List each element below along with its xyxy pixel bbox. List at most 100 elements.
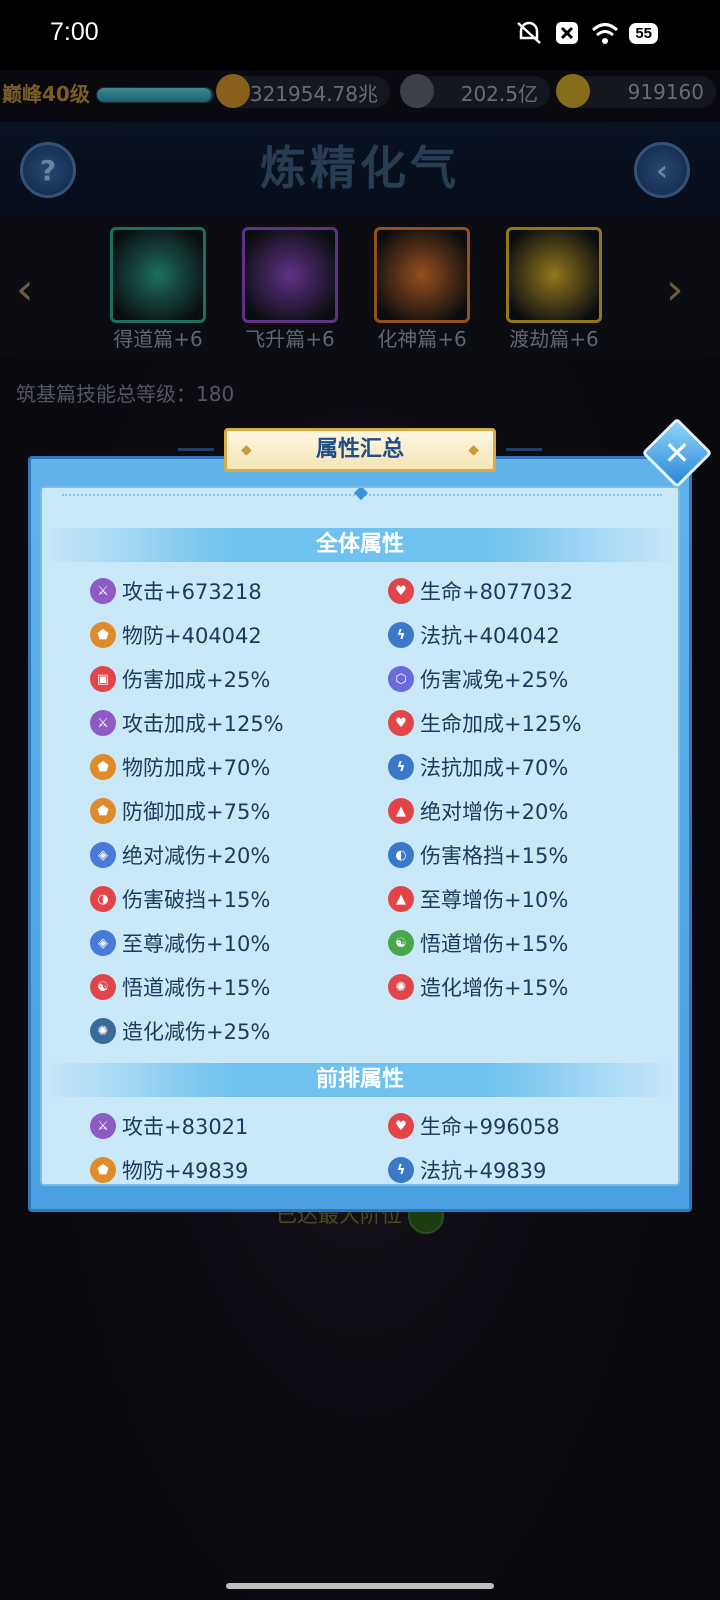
attribute-item: ▲ 绝对增伤+20% — [388, 796, 568, 826]
enlighten-reduction-icon: ☯ — [90, 974, 116, 1000]
attribute-value: 伤害加成+25% — [122, 668, 271, 692]
attribute-value: 法抗+404042 — [420, 624, 560, 648]
question-icon: ? — [39, 153, 57, 187]
chapter-image — [242, 227, 338, 323]
attribute-item: ◈ 绝对减伤+20% — [90, 840, 270, 870]
attack-icon: ⚔ — [90, 578, 116, 604]
attribute-value: 生命加成+125% — [420, 712, 582, 736]
attribute-value: 攻击加成+125% — [122, 712, 284, 736]
attribute-value: 攻击+673218 — [122, 580, 262, 604]
attribute-value: 法抗+49839 — [420, 1159, 547, 1183]
chapter-image — [374, 227, 470, 323]
defense-bonus-icon: ⬟ — [90, 754, 116, 780]
attribute-item: ☯ 悟道增伤+15% — [388, 928, 568, 958]
mute-icon — [517, 21, 542, 44]
back-button[interactable]: ‹ — [634, 142, 690, 198]
damage-bonus-icon: ▣ — [90, 666, 116, 692]
battery-icon: 55 — [629, 22, 658, 44]
chapter-tile[interactable]: 渡劫篇+6 — [506, 227, 602, 351]
attribute-value: 物防+404042 — [122, 624, 262, 648]
section-heading: 前排属性 — [46, 1063, 674, 1097]
section-heading: 全体属性 — [46, 528, 674, 562]
attribute-item: ⬟ 物防+49839 — [90, 1155, 248, 1184]
attribute-item: ✺ 造化减伤+25% — [90, 1016, 270, 1046]
damage-reduction-icon: ⬡ — [388, 666, 414, 692]
exp-bar — [96, 87, 214, 103]
attack-bonus-icon: ⚔ — [90, 710, 116, 736]
chapter-label: 得道篇+6 — [113, 327, 203, 351]
attribute-list[interactable]: 全体属性 ⚔ 攻击+673218 ♥ 生命+8077032 ⬟ 物防+404042 ϟ 法抗+4… — [40, 486, 680, 1186]
attribute-value: 法抗加成+70% — [420, 756, 569, 780]
guard-bonus-icon: ⬟ — [90, 798, 116, 824]
attribute-value: 造化增伤+15% — [420, 976, 569, 1000]
attribute-item: ♥ 生命+996058 — [388, 1111, 560, 1141]
supreme-reduction-icon: ◈ — [90, 930, 116, 956]
attribute-value: 至尊减伤+10% — [122, 932, 271, 956]
next-arrow-icon[interactable]: › — [666, 262, 696, 318]
attribute-value: 物防加成+70% — [122, 756, 271, 780]
heart-icon: ♥ — [388, 1113, 414, 1139]
absolute-damage-icon: ▲ — [388, 798, 414, 824]
attribute-item: ⚔ 攻击加成+125% — [90, 708, 284, 738]
damage-block-icon: ◐ — [388, 842, 414, 868]
wifi-icon — [592, 23, 619, 44]
shield-icon: ⬟ — [90, 1157, 116, 1183]
attribute-item: ϟ 法抗加成+70% — [388, 752, 568, 782]
attribute-value: 防御加成+75% — [122, 800, 271, 824]
attack-icon: ⚔ — [90, 1113, 116, 1139]
coin-counter: 202.5亿 — [400, 74, 550, 108]
clock: 7:00 — [50, 18, 99, 46]
status-bar: 7:00 55 — [0, 0, 720, 70]
attribute-item: ⬟ 物防+404042 — [90, 620, 262, 650]
attribute-item: ▲ 至尊增伤+10% — [388, 884, 568, 914]
chapter-tile[interactable]: 得道篇+6 — [110, 227, 206, 351]
attribute-value: 伤害破挡+15% — [122, 888, 271, 912]
attribute-value: 伤害格挡+15% — [420, 844, 569, 868]
chapter-label: 渡劫篇+6 — [509, 327, 599, 351]
chapter-label: 飞升篇+6 — [245, 327, 335, 351]
attribute-value: 生命+8077032 — [420, 580, 574, 604]
attribute-value: 伤害减免+25% — [420, 668, 569, 692]
back-arrow-icon: ‹ — [656, 153, 668, 187]
shield-icon: ⬟ — [90, 622, 116, 648]
player-level: 巅峰40级 — [2, 82, 90, 106]
attribute-value: 生命+996058 — [420, 1115, 560, 1139]
close-notification-icon — [556, 22, 579, 44]
magic-resist-icon: ϟ — [388, 622, 414, 648]
enlighten-damage-icon: ☯ — [388, 930, 414, 956]
combat-power-icon — [216, 74, 250, 108]
attribute-item: ☯ 悟道减伤+15% — [90, 972, 270, 1002]
attribute-value: 悟道增伤+15% — [420, 932, 569, 956]
attribute-item: ϟ 法抗+49839 — [388, 1155, 547, 1184]
chapter-image — [110, 227, 206, 323]
attribute-item: ⚔ 攻击+83021 — [90, 1111, 248, 1141]
attribute-value: 悟道减伤+15% — [122, 976, 271, 1000]
attribute-item: ⬡ 伤害减免+25% — [388, 664, 568, 694]
attribute-item: ♥ 生命加成+125% — [388, 708, 582, 738]
attribute-summary-modal: 属性汇总 ✕ 全体属性⚔攻击+673218♥生命+8077032⬟物防+4040… — [28, 417, 713, 1212]
attribute-item: ♥ 生命+8077032 — [388, 576, 573, 606]
block-break-icon: ◑ — [90, 886, 116, 912]
attribute-item: ϟ 法抗+404042 — [388, 620, 560, 650]
attribute-value: 造化减伤+25% — [122, 1020, 271, 1044]
chapter-label: 化神篇+6 — [377, 327, 467, 351]
prev-arrow-icon[interactable]: ‹ — [16, 262, 46, 318]
life-bonus-icon: ♥ — [388, 710, 414, 736]
creation-reduction-icon: ✺ — [90, 1018, 116, 1044]
attribute-item: ◑ 伤害破挡+15% — [90, 884, 270, 914]
gold-counter: 919160 — [556, 74, 716, 108]
heart-icon: ♥ — [388, 578, 414, 604]
chapter-tile[interactable]: 化神篇+6 — [374, 227, 470, 351]
skill-total-level: 筑基篇技能总等级：180 — [16, 382, 235, 406]
magic-resist-icon: ϟ — [388, 1157, 414, 1183]
attribute-item: ✺ 造化增伤+15% — [388, 972, 568, 1002]
help-button[interactable]: ? — [20, 142, 76, 198]
attribute-item: ⬟ 防御加成+75% — [90, 796, 270, 826]
gesture-bar[interactable] — [226, 1583, 494, 1589]
attribute-value: 绝对增伤+20% — [420, 800, 569, 824]
attribute-value: 绝对减伤+20% — [122, 844, 271, 868]
chapter-image — [506, 227, 602, 323]
supreme-damage-icon: ▲ — [388, 886, 414, 912]
coin-icon — [400, 74, 434, 108]
chapter-tile[interactable]: 飞升篇+6 — [242, 227, 338, 351]
